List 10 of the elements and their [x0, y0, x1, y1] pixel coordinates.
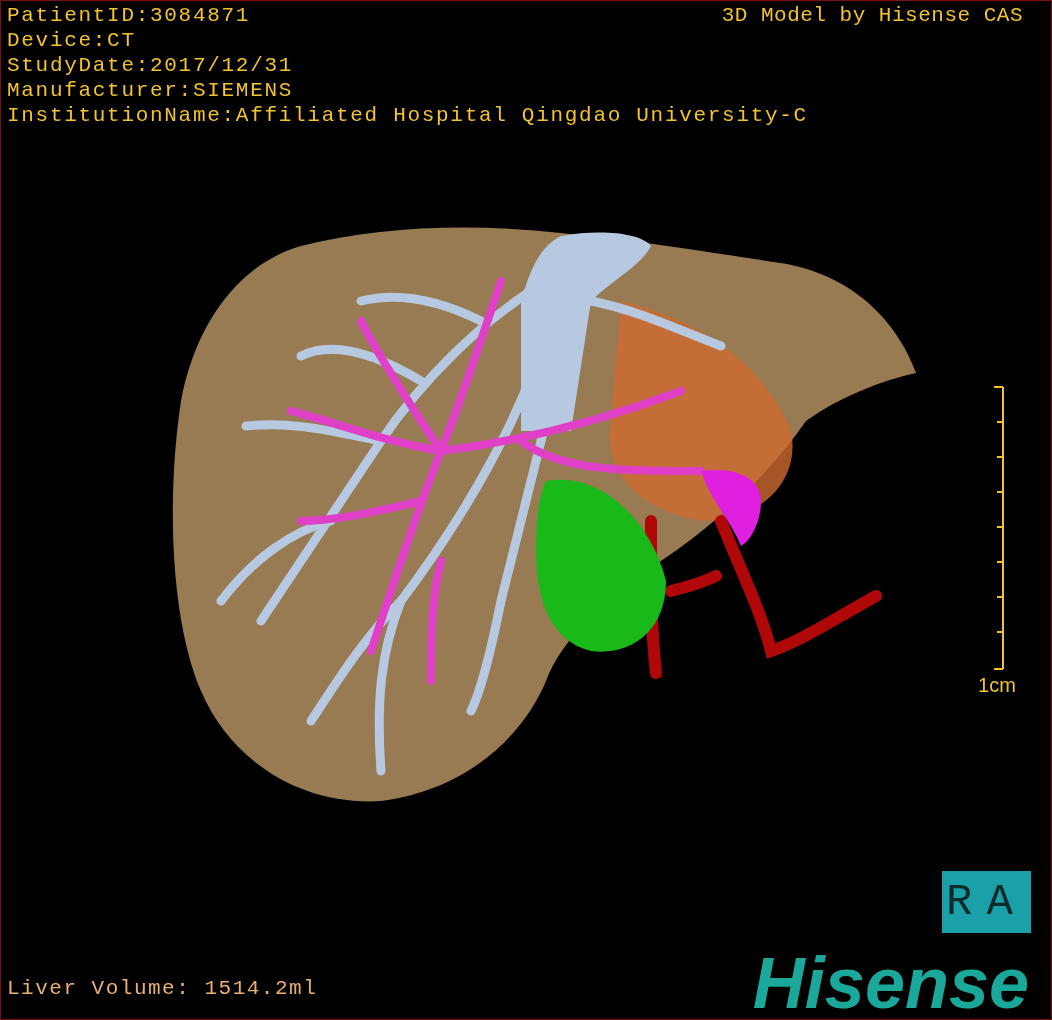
logo: Hisense	[752, 951, 1029, 1015]
info-line: StudyDate:2017/12/31	[7, 53, 295, 78]
liver-volume: Liver Volume: 1514.2ml	[7, 976, 318, 1001]
scale-label: 1cm	[978, 673, 1016, 697]
model-credit: 3D Model by Hisense CAS	[721, 3, 1023, 28]
orientation-marker: RA	[942, 871, 1031, 933]
info-line: InstitutionName:Affiliated Hospital Qingdao University-C	[7, 103, 809, 128]
info-line: Manufacturer:SIEMENS	[7, 78, 295, 103]
info-line: PatientID:3084871	[7, 3, 251, 28]
info-line: Device:CT	[7, 28, 137, 53]
